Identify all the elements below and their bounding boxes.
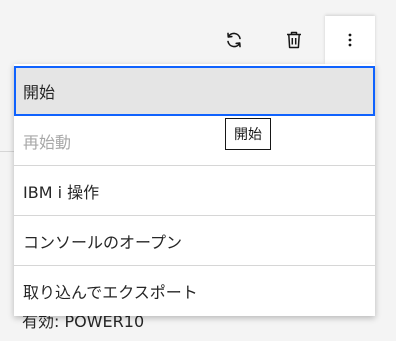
menu-item-label: 開始 xyxy=(23,83,56,102)
menu-item-open-console[interactable]: コンソールのオープン xyxy=(14,216,375,266)
menu-item-import-export[interactable]: 取り込んでエクスポート xyxy=(14,266,375,316)
menu-item-label: IBM i 操作 xyxy=(23,182,100,202)
menu-item-label: 再始動 xyxy=(23,132,72,152)
menu-item-label: コンソールのオープン xyxy=(23,232,183,252)
delete-button[interactable] xyxy=(274,16,314,64)
overflow-menu-button[interactable] xyxy=(325,16,375,64)
overflow-menu: 開始 再始動 IBM i 操作 コンソールのオープン 取り込んでエクスポート xyxy=(14,64,375,316)
menu-item-start[interactable]: 開始 xyxy=(14,66,375,116)
refresh-icon xyxy=(224,30,244,50)
menu-item-label: 取り込んでエクスポート xyxy=(23,283,198,302)
menu-item-restart: 再始動 xyxy=(14,116,375,166)
overflow-menu-vertical-icon xyxy=(348,33,352,47)
background-divider xyxy=(0,151,14,152)
trash-icon xyxy=(284,30,304,50)
tooltip: 開始 xyxy=(225,118,271,150)
menu-item-ibm-i-operations[interactable]: IBM i 操作 xyxy=(14,166,375,216)
refresh-button[interactable] xyxy=(214,16,254,64)
